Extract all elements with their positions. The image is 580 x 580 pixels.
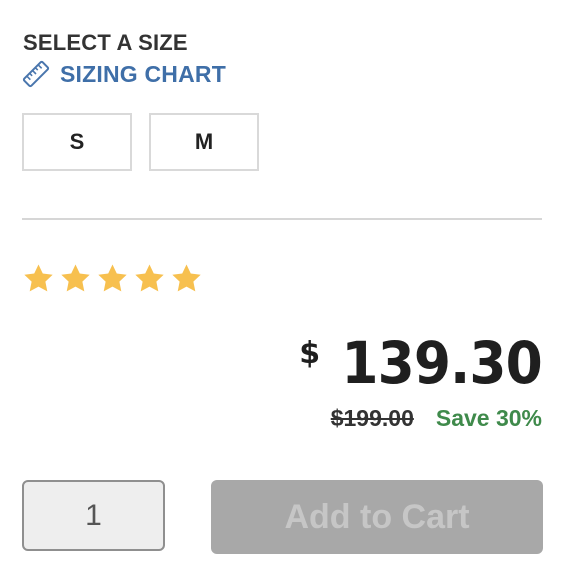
star-icon [172, 264, 201, 292]
sizing-chart-link[interactable]: SIZING CHART [22, 60, 226, 88]
original-price: $199.00 [330, 405, 414, 431]
savings-label: Save 30% [435, 405, 542, 431]
star-icon [61, 264, 90, 292]
sizing-chart-label: SIZING CHART [60, 60, 226, 87]
size-option-s[interactable]: S [22, 113, 132, 171]
star-rating [22, 262, 203, 295]
size-option-m[interactable]: M [149, 113, 259, 171]
add-to-cart-button[interactable]: Add to Cart [211, 480, 543, 554]
price-amount: 139.30 [341, 329, 543, 397]
star-icon [24, 264, 53, 292]
current-price: $ 139.30 [299, 329, 543, 397]
quantity-input[interactable] [22, 480, 165, 551]
star-icon [98, 264, 127, 292]
size-selector-heading: SELECT A SIZE [23, 30, 188, 55]
ruler-icon [22, 60, 50, 88]
product-purchase-panel: SELECT A SIZE SIZING CHART S M $ 139.30 [0, 0, 580, 580]
star-icon [135, 264, 164, 292]
price-details: $199.00 Save 30% [331, 405, 542, 432]
divider [22, 218, 542, 220]
currency-symbol: $ [299, 336, 321, 371]
size-options: S M [22, 113, 259, 171]
